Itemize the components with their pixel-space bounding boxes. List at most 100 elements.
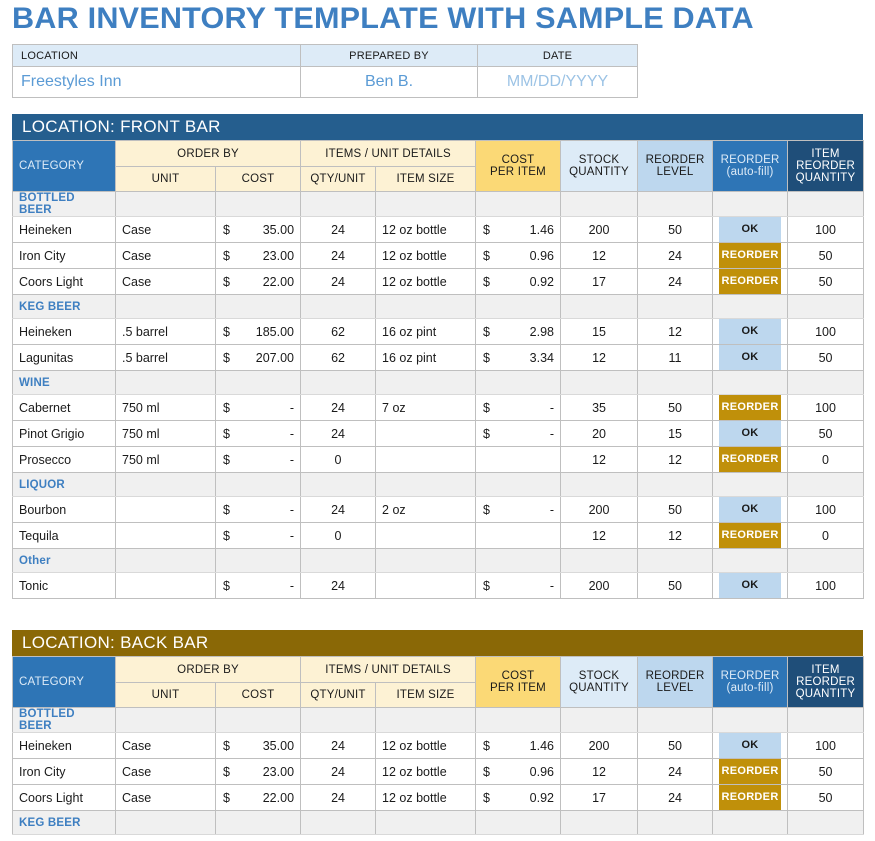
cell-reorder-level[interactable]: 24 [637,758,714,785]
cell-order-cost[interactable]: $ - [214,394,302,421]
cell-stock-quantity[interactable]: 15 [560,318,639,345]
cell-order-unit[interactable] [115,522,216,549]
table-row[interactable]: Lagunitas .5 barrel $207.00 62 16 oz pint $3.… [12,344,865,371]
cell-item-name[interactable]: Coors Light [12,268,116,295]
cell-cost-per-item[interactable]: $ - [475,420,562,447]
cell-order-unit[interactable]: .5 barrel [115,344,216,371]
cell-qty-per-unit[interactable]: 24 [300,394,377,421]
cell-reorder-status[interactable]: OK [712,496,789,523]
cell-item-size[interactable]: 12 oz bottle [375,216,477,243]
table-row[interactable]: Bourbon $ -24 2 oz $ -200 50 OK 100 [12,496,865,523]
cell-item-reorder-quantity[interactable]: 0 [787,446,865,473]
cell-cost-per-item[interactable]: $3.34 [475,344,562,371]
cell-reorder-status[interactable]: OK [712,572,789,599]
cell-order-unit[interactable]: Case [115,268,216,295]
cell-cost-per-item[interactable]: $2.98 [475,318,562,345]
cell-qty-per-unit[interactable]: 62 [300,344,377,371]
cell-cost-per-item[interactable]: $ - [475,496,562,523]
cell-qty-per-unit[interactable]: 24 [300,572,377,599]
cell-qty-per-unit[interactable]: 24 [300,216,377,243]
cell-qty-per-unit[interactable]: 24 [300,732,377,759]
cell-stock-quantity[interactable]: 17 [560,268,639,295]
cell-item-name[interactable]: Heineken [12,732,116,759]
cell-reorder-level[interactable]: 12 [637,446,714,473]
cell-order-unit[interactable]: Case [115,758,216,785]
cell-stock-quantity[interactable]: 12 [560,522,639,549]
cell-item-size[interactable]: 12 oz bottle [375,784,477,811]
cell-cost-per-item[interactable]: $ - [475,394,562,421]
cell-reorder-status[interactable]: REORDER [712,522,789,549]
cell-order-unit[interactable]: 750 ml [115,446,216,473]
cell-reorder-level[interactable]: 12 [637,522,714,549]
cell-item-name[interactable]: Lagunitas [12,344,116,371]
cell-cost-per-item[interactable]: $0.92 [475,268,562,295]
cell-item-size[interactable]: 12 oz bottle [375,732,477,759]
cell-item-size[interactable]: 12 oz bottle [375,268,477,295]
cell-cost-per-item[interactable]: $0.96 [475,758,562,785]
cell-qty-per-unit[interactable]: 24 [300,242,377,269]
cell-item-size[interactable]: 16 oz pint [375,344,477,371]
cell-order-cost[interactable]: $22.00 [214,784,302,811]
cell-order-unit[interactable]: Case [115,242,216,269]
cell-reorder-status[interactable]: REORDER [712,268,789,295]
cell-order-unit[interactable]: 750 ml [115,394,216,421]
cell-reorder-status[interactable]: OK [712,216,789,243]
cell-qty-per-unit[interactable]: 62 [300,318,377,345]
cell-order-cost[interactable]: $ - [214,496,302,523]
cell-item-name[interactable]: Tequila [12,522,116,549]
cell-cost-per-item[interactable]: $ - [475,572,562,599]
cell-qty-per-unit[interactable]: 24 [300,268,377,295]
date-field[interactable]: MM/DD/YYYY [477,66,638,98]
cell-item-reorder-quantity[interactable]: 100 [787,216,865,243]
cell-order-cost[interactable]: $ - [214,522,302,549]
cell-reorder-level[interactable]: 24 [637,268,714,295]
cell-order-unit[interactable]: Case [115,732,216,759]
table-row[interactable]: Coors Light Case $22.00 24 12 oz bottle $0.92… [12,268,865,295]
cell-reorder-level[interactable]: 11 [637,344,714,371]
cell-item-size[interactable]: 16 oz pint [375,318,477,345]
cell-item-reorder-quantity[interactable]: 0 [787,522,865,549]
cell-reorder-status[interactable]: REORDER [712,394,789,421]
table-row[interactable]: Iron City Case $23.00 24 12 oz bottle $0.96 12… [12,758,865,785]
cell-reorder-level[interactable]: 50 [637,572,714,599]
cell-order-unit[interactable]: Case [115,784,216,811]
cell-order-cost[interactable]: $ - [214,446,302,473]
cell-item-reorder-quantity[interactable]: 50 [787,784,865,811]
prepared-by-field[interactable]: Ben B. [300,66,478,98]
cell-stock-quantity[interactable]: 12 [560,446,639,473]
table-row[interactable]: Cabernet 750 ml $ -24 7 oz $ -35 50 REORDER 100 [12,394,865,421]
cell-item-reorder-quantity[interactable]: 50 [787,242,865,269]
cell-reorder-level[interactable]: 12 [637,318,714,345]
cell-order-unit[interactable]: .5 barrel [115,318,216,345]
cell-stock-quantity[interactable]: 12 [560,344,639,371]
cell-reorder-level[interactable]: 50 [637,496,714,523]
cell-stock-quantity[interactable]: 200 [560,216,639,243]
cell-item-reorder-quantity[interactable]: 50 [787,420,865,447]
cell-reorder-status[interactable]: OK [712,318,789,345]
cell-item-reorder-quantity[interactable]: 100 [787,572,865,599]
cell-reorder-status[interactable]: OK [712,420,789,447]
cell-reorder-status[interactable]: REORDER [712,446,789,473]
cell-reorder-level[interactable]: 50 [637,732,714,759]
table-row[interactable]: Pinot Grigio 750 ml $ -24 $ -20 15 OK 50 [12,420,865,447]
cell-item-name[interactable]: Heineken [12,318,116,345]
cell-order-cost[interactable]: $23.00 [214,758,302,785]
cell-stock-quantity[interactable]: 200 [560,572,639,599]
cell-item-size[interactable]: 7 oz [375,394,477,421]
table-row[interactable]: Heineken Case $35.00 24 12 oz bottle $1.46 200… [12,216,865,243]
cell-item-reorder-quantity[interactable]: 100 [787,732,865,759]
cell-order-cost[interactable]: $ - [214,572,302,599]
cell-item-size[interactable] [375,446,477,473]
cell-order-unit[interactable] [115,496,216,523]
cell-cost-per-item[interactable] [475,522,562,549]
cell-reorder-status[interactable]: OK [712,732,789,759]
table-row[interactable]: Heineken Case $35.00 24 12 oz bottle $1.46 200… [12,732,865,759]
cell-reorder-level[interactable]: 50 [637,394,714,421]
table-row[interactable]: Tequila $ -0 12 12 REORDER 0 [12,522,865,549]
cell-qty-per-unit[interactable]: 24 [300,496,377,523]
cell-order-unit[interactable]: Case [115,216,216,243]
cell-item-size[interactable]: 2 oz [375,496,477,523]
table-row[interactable]: Heineken .5 barrel $185.00 62 16 oz pint $2.9… [12,318,865,345]
cell-item-name[interactable]: Coors Light [12,784,116,811]
cell-cost-per-item[interactable]: $1.46 [475,216,562,243]
